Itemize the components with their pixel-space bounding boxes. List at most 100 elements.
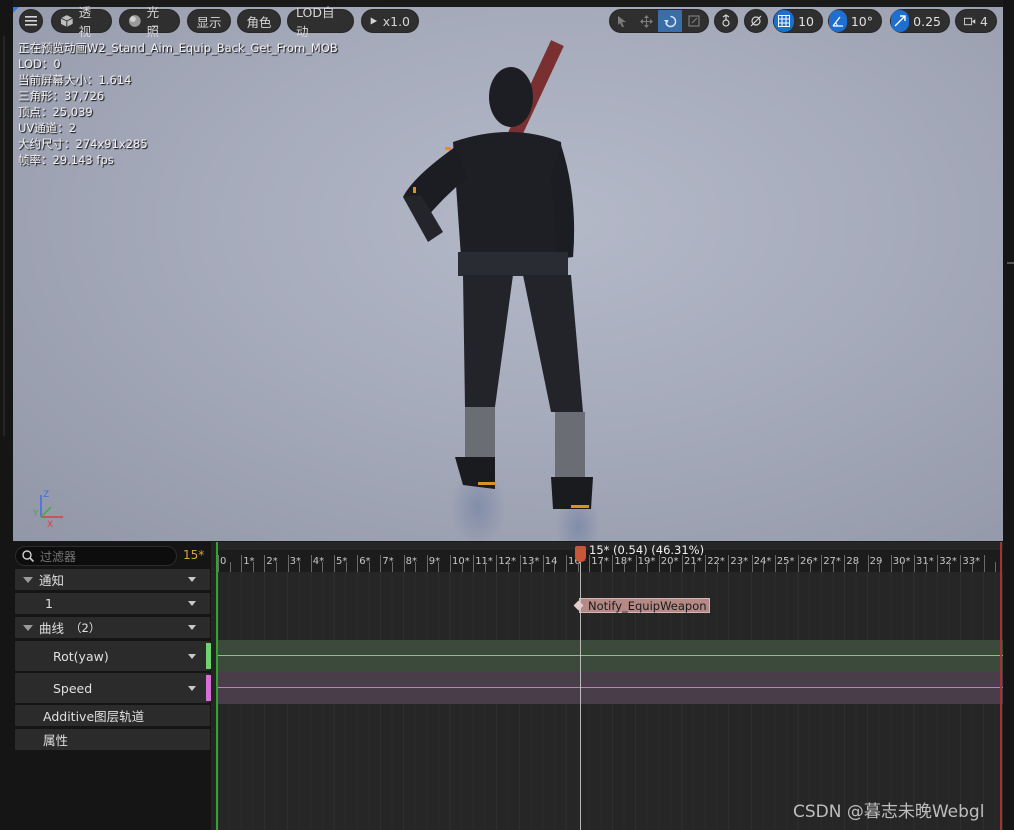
- curve1-label: Rot(yaw): [53, 648, 109, 664]
- ruler-tick: [589, 555, 591, 572]
- scale-snap-group[interactable]: 0.25: [890, 9, 950, 33]
- ruler-tick: [345, 562, 347, 572]
- ruler-tick: [902, 562, 904, 572]
- expand-triangle-icon[interactable]: [23, 624, 33, 631]
- show-button[interactable]: 显示: [187, 9, 231, 33]
- preview-animation-text: 正在预览动画W2_Stand_Aim_Equip_Back_Get_From_M…: [18, 41, 338, 55]
- right-edge-panel: [1003, 0, 1014, 830]
- rotation-snap-value[interactable]: 10°: [847, 14, 881, 29]
- notify-subtrack-row[interactable]: 1: [15, 593, 210, 614]
- ruler-tick: [461, 562, 463, 572]
- ruler-tick: [867, 555, 869, 572]
- surface-snap-button[interactable]: [744, 9, 768, 33]
- character-model: [403, 40, 600, 541]
- ruler-tick: [890, 555, 892, 572]
- ruler-tick-label: 14: [544, 556, 558, 567]
- dropdown-caret-icon[interactable]: [188, 653, 196, 659]
- ruler-tick: [740, 562, 741, 572]
- show-label: 显示: [196, 14, 222, 30]
- additive-label: Additive图层轨道: [43, 709, 145, 724]
- play-rate-button[interactable]: x1.0: [361, 9, 419, 33]
- curve2-band[interactable]: [216, 672, 1003, 704]
- curves-label: 曲线: [39, 621, 65, 636]
- rotation-snap-toggle[interactable]: [829, 10, 847, 32]
- ruler-tick: [252, 562, 254, 572]
- notify-event-tag[interactable]: Notify_EquipWeapon: [573, 598, 710, 613]
- curve2-label: Speed: [53, 680, 93, 696]
- ruler-tick: [670, 562, 672, 572]
- playhead-label: 15* (0.54) (46.31%): [589, 543, 705, 557]
- ruler-tick: [682, 555, 683, 572]
- ruler-tick: [948, 562, 950, 572]
- vertices-text: 顶点：25,039: [18, 105, 93, 119]
- ruler-tick: [287, 555, 289, 572]
- ruler-tick: [705, 555, 707, 572]
- hamburger-icon: [25, 16, 37, 26]
- curve-row-speed[interactable]: Speed: [15, 673, 211, 703]
- curve-row-rot-yaw[interactable]: Rot(yaw): [15, 641, 211, 671]
- scale-snap-toggle[interactable]: [891, 10, 910, 32]
- additive-layer-track-row[interactable]: Additive图层轨道: [15, 705, 210, 726]
- ruler-tick: [218, 555, 219, 572]
- ruler-tick: [925, 562, 927, 572]
- dropdown-caret-icon[interactable]: [188, 685, 196, 691]
- viewport-menu-button[interactable]: [19, 9, 43, 33]
- grid-snap-toggle[interactable]: [774, 10, 795, 32]
- track-list: 过滤器 15* 通知 1 曲线 （2） Rot(yaw) Speed Addit…: [13, 542, 211, 830]
- ruler-tick: [960, 555, 962, 572]
- angle-icon: [832, 16, 843, 27]
- svg-text:X: X: [47, 520, 53, 529]
- perspective-button[interactable]: 透视: [51, 5, 112, 39]
- ruler-tick: [299, 562, 301, 572]
- character-button[interactable]: 角色: [237, 9, 281, 33]
- ruler-tick: [450, 555, 451, 572]
- axis-gizmo-icon: Z Y X: [33, 490, 63, 529]
- camera-speed-button[interactable]: 4: [955, 9, 997, 33]
- dropdown-caret-icon[interactable]: [188, 625, 196, 630]
- ruler-tick-label: 28: [846, 556, 860, 567]
- scale-arrow-icon: [894, 15, 906, 27]
- filter-search-box[interactable]: 过滤器: [15, 546, 177, 566]
- dropdown-caret-icon[interactable]: [188, 577, 196, 582]
- play-icon: [370, 17, 378, 25]
- lod-button[interactable]: LOD自动: [287, 5, 354, 39]
- viewport-stats: 正在预览动画W2_Stand_Aim_Equip_Back_Get_From_M…: [18, 40, 338, 168]
- ruler-tick: [635, 555, 637, 572]
- end-marker-line: [1000, 542, 1002, 830]
- expand-triangle-icon[interactable]: [23, 576, 33, 583]
- notify-track-header[interactable]: 通知: [15, 569, 210, 590]
- ruler-tick: [612, 555, 614, 572]
- lighting-button[interactable]: 光照: [119, 5, 180, 39]
- lighting-label: 光照: [146, 5, 160, 39]
- framerate-text: 帧率：29.143 fps: [18, 153, 114, 167]
- ruler-tick: [624, 562, 625, 572]
- lod-text: LOD：0: [18, 57, 61, 71]
- curve1-color-swatch: [206, 643, 211, 669]
- grid-snap-value[interactable]: 10: [794, 14, 822, 29]
- ruler-tick: [508, 562, 509, 572]
- rotation-snap-group[interactable]: 10°: [828, 9, 882, 33]
- ruler-tick: [798, 555, 799, 572]
- camera-icon: [964, 17, 976, 25]
- scale-snap-value[interactable]: 0.25: [909, 14, 949, 29]
- scale-tool-button[interactable]: [682, 10, 706, 32]
- attributes-track-row[interactable]: 属性: [15, 729, 210, 750]
- dropdown-caret-icon[interactable]: [188, 601, 196, 606]
- uv-channels-text: UV通道：2: [18, 121, 77, 135]
- curve1-band[interactable]: [216, 640, 1003, 672]
- camera-speed-value: 4: [980, 13, 988, 29]
- curves-track-header[interactable]: 曲线 （2）: [15, 617, 210, 638]
- world-local-button[interactable]: [714, 9, 738, 33]
- filter-placeholder: 过滤器: [40, 549, 77, 564]
- ruler-tick: [693, 562, 695, 572]
- move-tool-button[interactable]: [634, 10, 658, 32]
- timeline-tracks-area[interactable]: 01*2*3*4*5*6*7*8*9*10*11*12*13*1416*17*1…: [216, 542, 1003, 830]
- ruler-tick: [786, 562, 788, 572]
- ruler-tick: [844, 555, 846, 572]
- svg-text:Z: Z: [43, 490, 49, 500]
- ruler-tick: [774, 555, 776, 572]
- grid-snap-group[interactable]: 10: [773, 9, 823, 33]
- playhead-handle[interactable]: [575, 546, 586, 562]
- rotate-tool-button[interactable]: [658, 10, 682, 32]
- select-tool-button[interactable]: [610, 10, 634, 32]
